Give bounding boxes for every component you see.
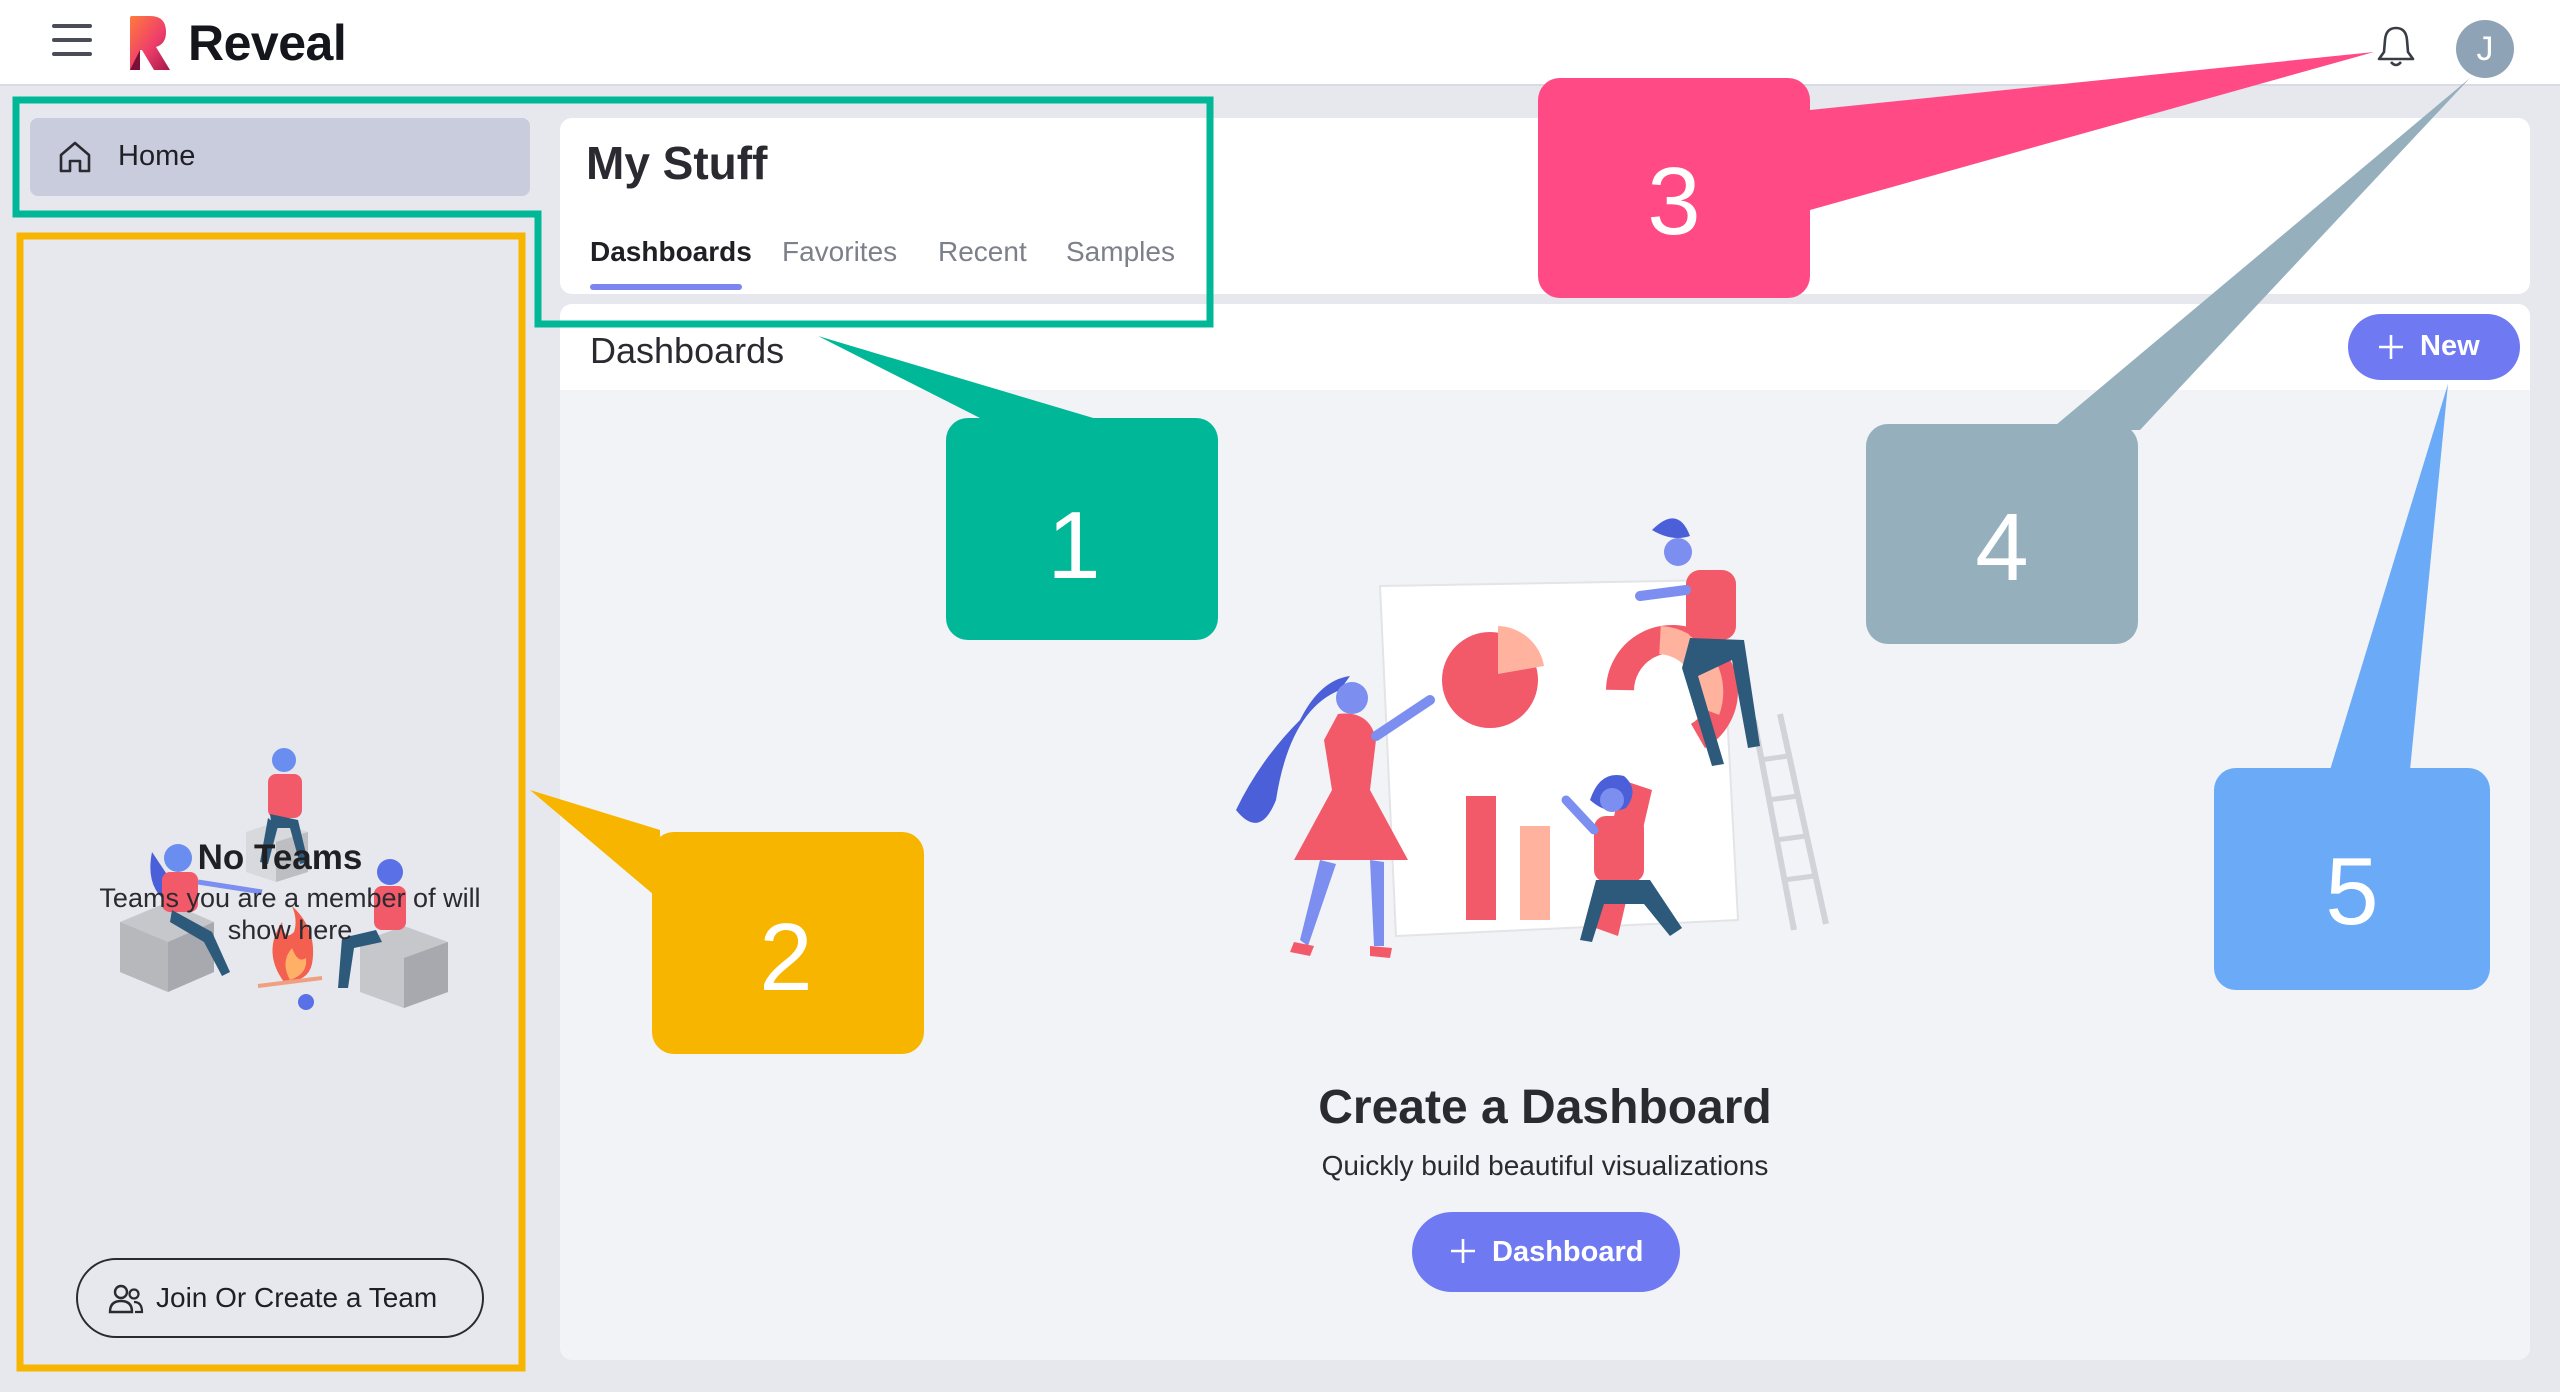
create-dashboard-title: Create a Dashboard — [1318, 1081, 1772, 1134]
join-or-create-team-button[interactable]: Join Or Create a Team — [76, 1258, 484, 1338]
create-dashboard-button[interactable]: Dashboard — [1412, 1212, 1680, 1292]
sidebar-item-home[interactable]: Home — [30, 118, 530, 196]
people-icon — [108, 1284, 144, 1314]
app-name: Reveal — [188, 15, 347, 71]
user-avatar[interactable]: J — [2456, 20, 2514, 78]
plus-icon — [1451, 1239, 1475, 1263]
notification-bell-icon[interactable] — [2374, 24, 2418, 70]
top-bar: Reveal J — [0, 0, 2560, 86]
join-team-label: Join Or Create a Team — [156, 1282, 438, 1313]
plus-icon — [2379, 335, 2403, 359]
reveal-logo-icon — [130, 16, 170, 70]
home-icon — [59, 141, 91, 173]
no-teams-title: No Teams — [197, 838, 363, 877]
teams-panel: No Teams Teams you are a member of will … — [22, 232, 526, 1362]
dashboards-content-card: Dashboards New Create a Dashboard Quickl… — [560, 304, 2530, 1360]
page-title: My Stuff — [586, 137, 768, 189]
tab-samples[interactable]: Samples — [1066, 236, 1175, 268]
tab-dashboards[interactable]: Dashboards — [590, 236, 752, 268]
create-dashboard-illustration — [1236, 518, 1829, 958]
no-teams-subtitle: Teams you are a member of will show here — [99, 883, 481, 945]
sidebar-item-label: Home — [118, 140, 196, 172]
my-stuff-header-card: My Stuff Dashboards Favorites Recent Sam… — [560, 118, 2530, 294]
section-title: Dashboards — [590, 330, 785, 371]
tab-recent[interactable]: Recent — [938, 236, 1027, 268]
active-tab-indicator — [590, 284, 742, 290]
hamburger-menu-icon[interactable] — [52, 24, 92, 60]
dashboards-section-header: Dashboards New — [560, 304, 2530, 390]
tab-favorites[interactable]: Favorites — [782, 236, 897, 268]
new-button-label: New — [2420, 330, 2480, 362]
create-dashboard-button-label: Dashboard — [1492, 1236, 1644, 1268]
create-dashboard-subtitle: Quickly build beautiful visualizations — [1321, 1150, 1769, 1181]
new-button[interactable]: New — [2348, 314, 2520, 380]
